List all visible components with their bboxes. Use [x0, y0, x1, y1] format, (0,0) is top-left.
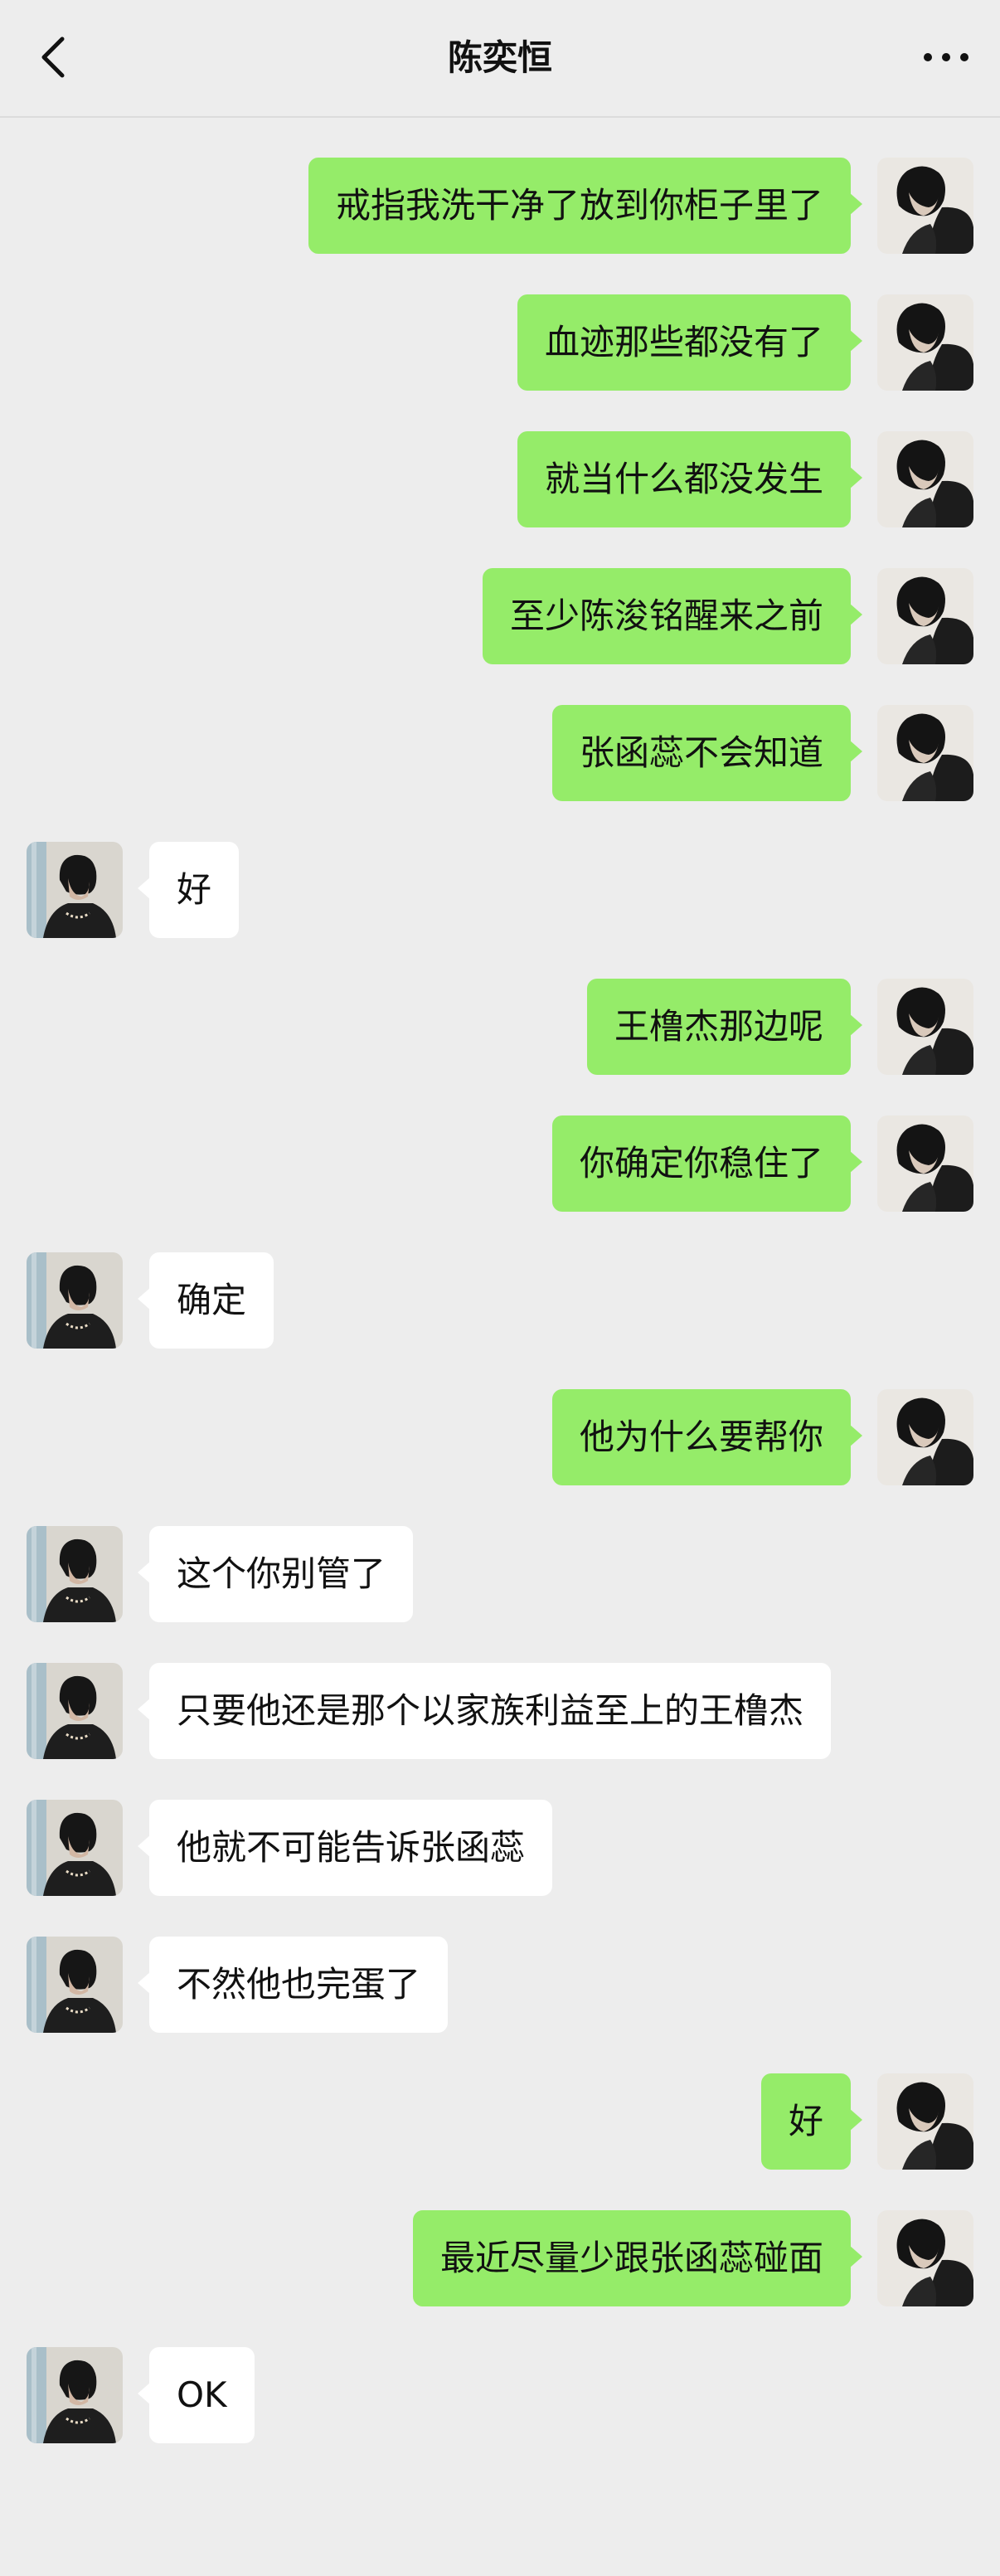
incoming-message: 这个你别管了 [0, 1526, 1000, 1622]
message-bubble[interactable]: 只要他还是那个以家族利益至上的王橹杰 [137, 1663, 832, 1759]
message-bubble[interactable]: 最近尽量少跟张函蕊碰面 [412, 2210, 863, 2306]
message-bubble[interactable]: 他为什么要帮你 [551, 1389, 863, 1485]
incoming-message: 他就不可能告诉张函蕊 [0, 1800, 1000, 1896]
contact-avatar[interactable] [27, 2347, 123, 2443]
message-bubble[interactable]: 就当什么都没发生 [517, 431, 863, 527]
ellipsis-icon [924, 53, 968, 61]
incoming-message: OK [0, 2347, 1000, 2443]
message-bubble[interactable]: 好 [760, 2073, 863, 2170]
contact-avatar[interactable] [27, 1800, 123, 1896]
message-bubble[interactable]: 这个你别管了 [137, 1526, 414, 1622]
outgoing-message: 就当什么都没发生 [0, 431, 1000, 527]
my-avatar[interactable] [877, 1389, 973, 1485]
my-avatar[interactable] [877, 431, 973, 527]
message-list: 戒指我洗干净了放到你柜子里了 血迹那些都没有了 就当什么都没发生 至少陈浚铭醒来… [0, 158, 1000, 2484]
outgoing-message: 你确定你稳住了 [0, 1115, 1000, 1212]
incoming-message: 只要他还是那个以家族利益至上的王橹杰 [0, 1663, 1000, 1759]
outgoing-message: 张函蕊不会知道 [0, 705, 1000, 801]
message-bubble[interactable]: 确定 [137, 1252, 274, 1349]
outgoing-message: 血迹那些都没有了 [0, 294, 1000, 391]
contact-avatar[interactable] [27, 1937, 123, 2033]
message-bubble[interactable]: OK [138, 2347, 255, 2443]
outgoing-message: 最近尽量少跟张函蕊碰面 [0, 2210, 1000, 2306]
contact-avatar[interactable] [27, 842, 123, 938]
message-bubble[interactable]: 王橹杰那边呢 [586, 979, 863, 1075]
my-avatar[interactable] [877, 158, 973, 254]
chat-header: 陈奕恒 [0, 0, 1000, 118]
contact-avatar[interactable] [27, 1526, 123, 1622]
incoming-message: 好 [0, 842, 1000, 938]
outgoing-message: 至少陈浚铭醒来之前 [0, 568, 1000, 664]
message-bubble[interactable]: 他就不可能告诉张函蕊 [137, 1800, 553, 1896]
more-button[interactable] [909, 28, 983, 86]
contact-avatar[interactable] [27, 1663, 123, 1759]
message-bubble[interactable]: 你确定你稳住了 [551, 1115, 863, 1212]
incoming-message: 不然他也完蛋了 [0, 1937, 1000, 2033]
contact-avatar[interactable] [27, 1252, 123, 1349]
my-avatar[interactable] [877, 1115, 973, 1212]
message-bubble[interactable]: 血迹那些都没有了 [517, 294, 863, 391]
outgoing-message: 好 [0, 2073, 1000, 2170]
my-avatar[interactable] [877, 705, 973, 801]
my-avatar[interactable] [877, 2073, 973, 2170]
message-bubble[interactable]: 张函蕊不会知道 [551, 705, 863, 801]
my-avatar[interactable] [877, 979, 973, 1075]
message-bubble[interactable]: 戒指我洗干净了放到你柜子里了 [308, 158, 863, 254]
message-bubble[interactable]: 不然他也完蛋了 [137, 1937, 449, 2033]
outgoing-message: 戒指我洗干净了放到你柜子里了 [0, 158, 1000, 254]
outgoing-message: 他为什么要帮你 [0, 1389, 1000, 1485]
chat-title: 陈奕恒 [447, 37, 552, 78]
my-avatar[interactable] [877, 294, 973, 391]
message-bubble[interactable]: 好 [137, 842, 240, 938]
my-avatar[interactable] [877, 568, 973, 664]
my-avatar[interactable] [877, 2210, 973, 2306]
message-bubble[interactable]: 至少陈浚铭醒来之前 [482, 568, 863, 664]
outgoing-message: 王橹杰那边呢 [0, 979, 1000, 1075]
incoming-message: 确定 [0, 1252, 1000, 1349]
